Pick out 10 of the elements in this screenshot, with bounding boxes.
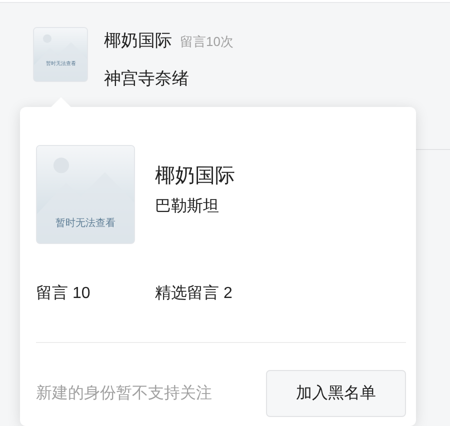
message-text: 神宫寺奈绪 [104,68,190,90]
profile-location: 巴勒斯坦 [155,196,220,217]
profile-name: 椰奶国际 [155,164,235,189]
message-count: 留言10次 [180,33,234,51]
placeholder-caption: 暂时无法查看 [56,219,116,229]
user-name: 椰奶国际 [104,30,172,52]
follow-hint: 新建的身份暂不支持关注 [36,384,212,404]
stat-label: 精选留言 2 [155,284,234,304]
blacklist-button[interactable]: 加入黑名单 [266,370,406,417]
stat-label: 留言 10 [36,284,92,304]
